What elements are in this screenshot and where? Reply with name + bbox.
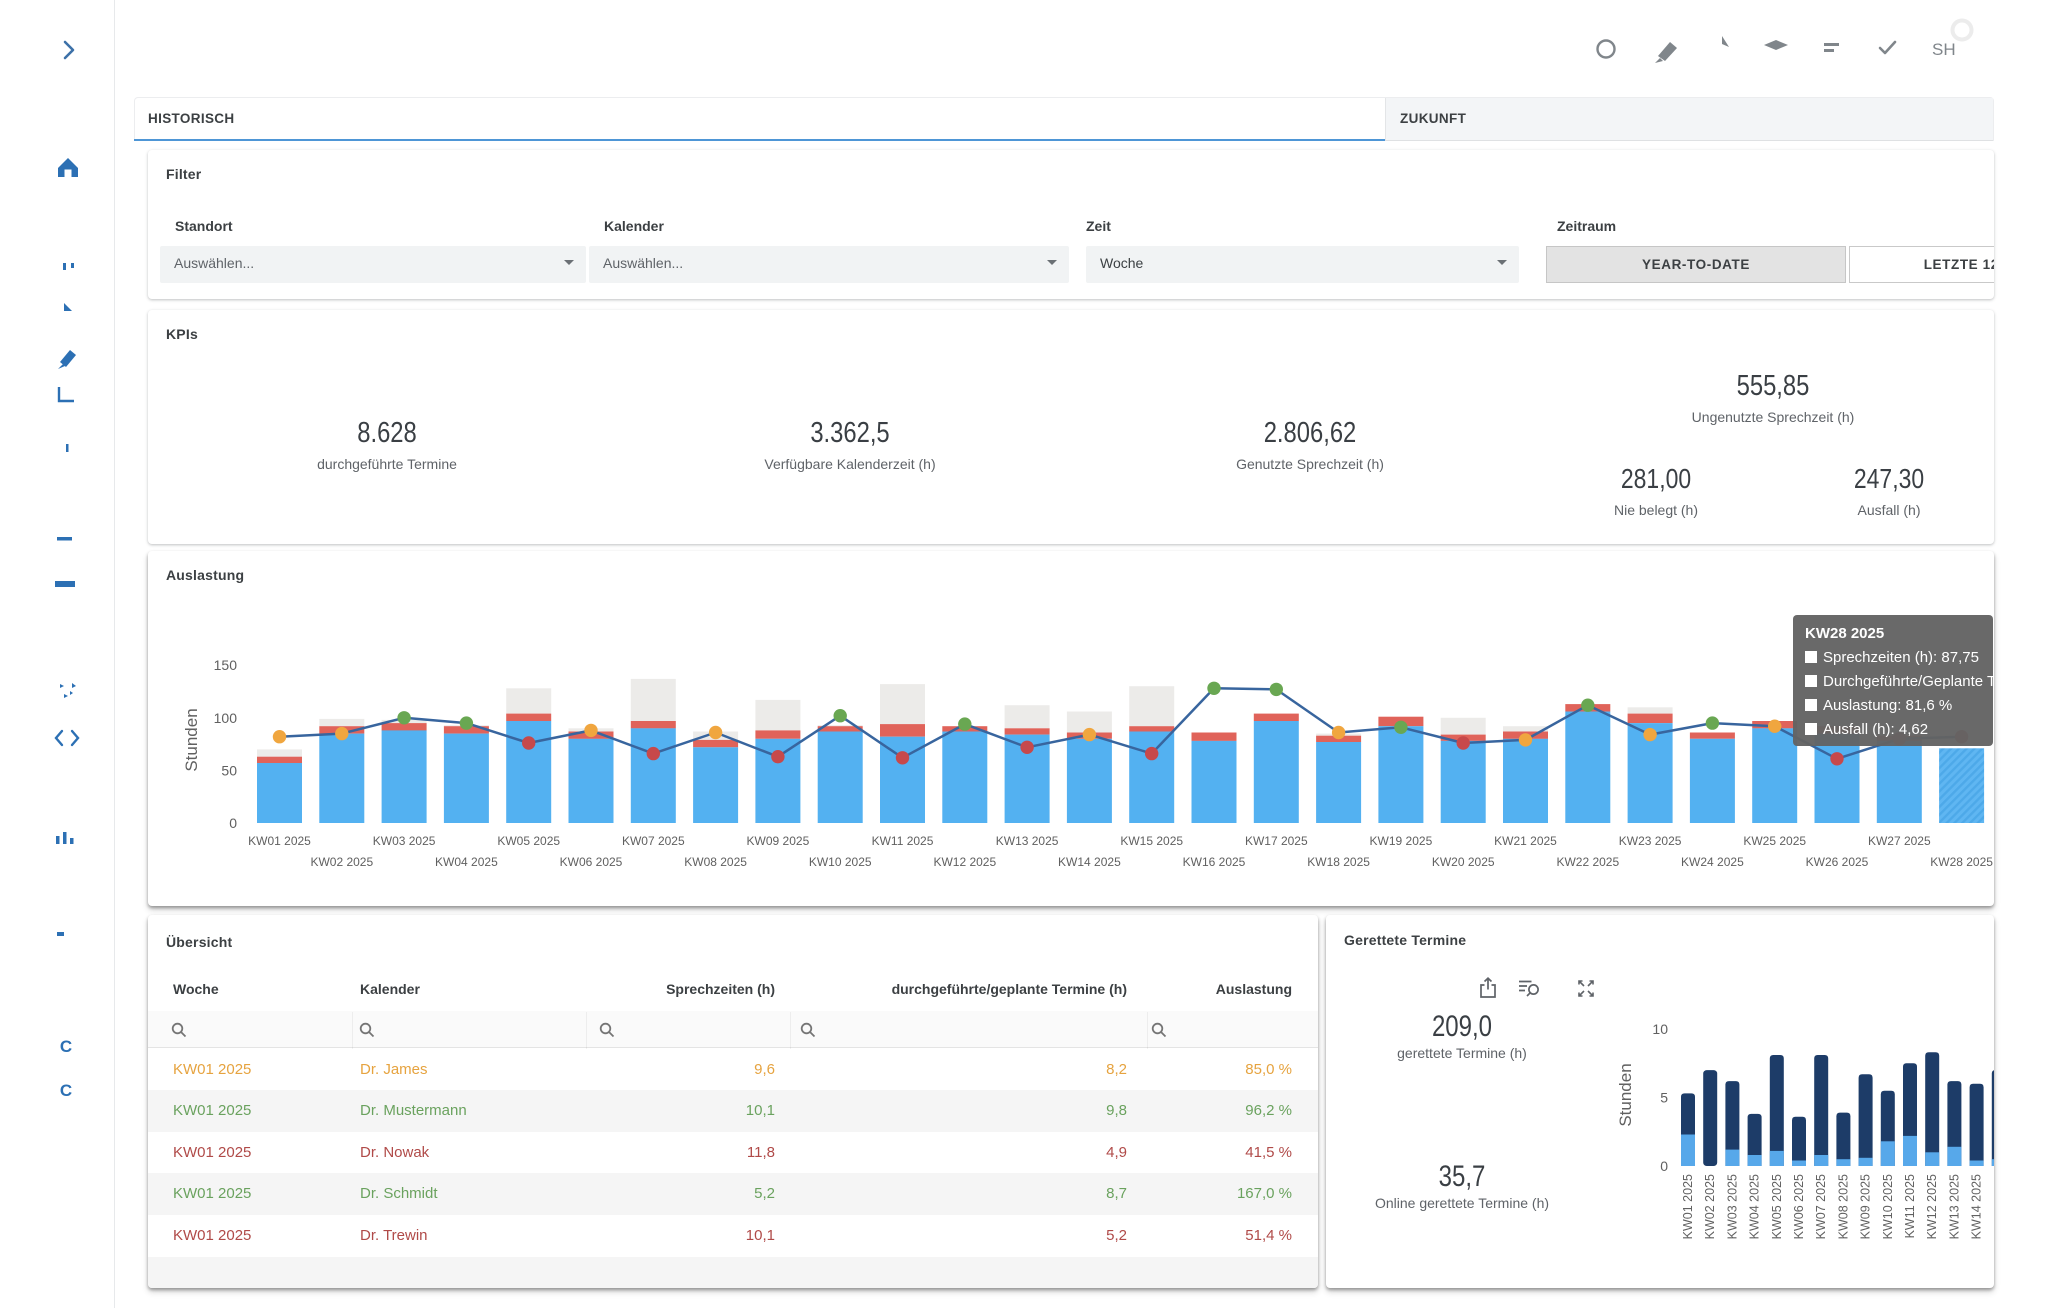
svg-text:Stunden: Stunden bbox=[1616, 1063, 1635, 1126]
svg-text:KW13 2025: KW13 2025 bbox=[996, 834, 1059, 848]
svg-text:KW18 2025: KW18 2025 bbox=[1307, 855, 1370, 869]
svg-text:C: C bbox=[60, 1081, 72, 1100]
svg-text:KW01 2025: KW01 2025 bbox=[248, 834, 311, 848]
svg-text:KW07 2025: KW07 2025 bbox=[1814, 1174, 1828, 1239]
svg-text:KW24 2025: KW24 2025 bbox=[1681, 855, 1744, 869]
svg-text:KW13 2025: KW13 2025 bbox=[1947, 1174, 1961, 1239]
svg-text:KW05 2025: KW05 2025 bbox=[497, 834, 560, 848]
svg-text:KW09 2025: KW09 2025 bbox=[1859, 1174, 1873, 1239]
svg-text:KW06 2025: KW06 2025 bbox=[1792, 1174, 1806, 1239]
svg-text:KW27 2025: KW27 2025 bbox=[1868, 834, 1931, 848]
svg-text:100: 100 bbox=[214, 710, 238, 726]
svg-text:KW23 2025: KW23 2025 bbox=[1619, 834, 1682, 848]
svg-text:KW14 2025: KW14 2025 bbox=[1970, 1174, 1984, 1239]
svg-text:KW16 2025: KW16 2025 bbox=[1183, 855, 1246, 869]
svg-text:KW12 2025: KW12 2025 bbox=[933, 855, 996, 869]
svg-text:KW04 2025: KW04 2025 bbox=[435, 855, 498, 869]
svg-text:5: 5 bbox=[1660, 1090, 1668, 1106]
svg-text:KW01 2025: KW01 2025 bbox=[1681, 1174, 1695, 1239]
svg-text:10: 10 bbox=[1652, 1021, 1668, 1037]
svg-text:50: 50 bbox=[221, 762, 237, 778]
svg-text:KW14 2025: KW14 2025 bbox=[1058, 855, 1121, 869]
svg-text:KW05 2025: KW05 2025 bbox=[1770, 1174, 1784, 1239]
svg-text:0: 0 bbox=[229, 815, 237, 831]
svg-text:KW26 2025: KW26 2025 bbox=[1806, 855, 1869, 869]
svg-text:SH: SH bbox=[1932, 40, 1956, 59]
svg-text:KW12 2025: KW12 2025 bbox=[1925, 1174, 1939, 1239]
svg-text:KW28 2025: KW28 2025 bbox=[1930, 855, 1993, 869]
svg-text:KW04 2025: KW04 2025 bbox=[1748, 1174, 1762, 1239]
svg-text:C: C bbox=[60, 1037, 72, 1056]
svg-text:KW02 2025: KW02 2025 bbox=[310, 855, 373, 869]
svg-text:KW08 2025: KW08 2025 bbox=[1836, 1174, 1850, 1239]
svg-text:KW15 2025: KW15 2025 bbox=[1120, 834, 1183, 848]
svg-text:KW10 2025: KW10 2025 bbox=[809, 855, 872, 869]
svg-text:KW07 2025: KW07 2025 bbox=[622, 834, 685, 848]
svg-text:KW19 2025: KW19 2025 bbox=[1370, 834, 1433, 848]
svg-text:KW11 2025: KW11 2025 bbox=[1903, 1174, 1917, 1238]
svg-text:KW11 2025: KW11 2025 bbox=[872, 834, 934, 848]
svg-text:0: 0 bbox=[1660, 1158, 1668, 1174]
svg-text:KW15 2025: KW15 2025 bbox=[1992, 1174, 1994, 1239]
svg-text:KW17 2025: KW17 2025 bbox=[1245, 834, 1308, 848]
svg-text:KW02 2025: KW02 2025 bbox=[1703, 1174, 1717, 1239]
svg-text:KW06 2025: KW06 2025 bbox=[560, 855, 623, 869]
svg-text:KW25 2025: KW25 2025 bbox=[1743, 834, 1806, 848]
svg-text:KW08 2025: KW08 2025 bbox=[684, 855, 747, 869]
svg-text:KW10 2025: KW10 2025 bbox=[1881, 1174, 1895, 1239]
svg-text:KW22 2025: KW22 2025 bbox=[1556, 855, 1619, 869]
svg-text:KW21 2025: KW21 2025 bbox=[1494, 834, 1557, 848]
svg-text:KW20 2025: KW20 2025 bbox=[1432, 855, 1495, 869]
svg-text:KW09 2025: KW09 2025 bbox=[747, 834, 810, 848]
svg-text:Stunden: Stunden bbox=[182, 708, 201, 771]
svg-text:KW03 2025: KW03 2025 bbox=[1725, 1174, 1739, 1239]
svg-text:KW03 2025: KW03 2025 bbox=[373, 834, 436, 848]
svg-text:150: 150 bbox=[214, 657, 238, 673]
